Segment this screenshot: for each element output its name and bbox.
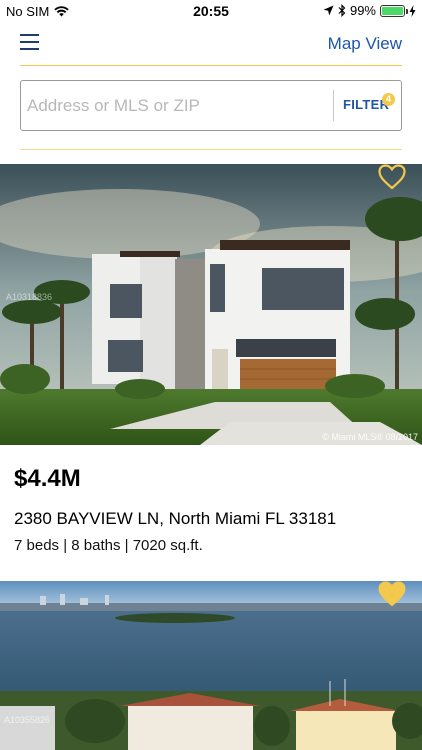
listing-details: 7 beds | 8 baths | 7020 sq.ft. [14, 537, 203, 554]
favorite-heart-filled-icon[interactable] [378, 581, 406, 607]
search-divider [333, 90, 334, 121]
battery-icon [380, 4, 408, 17]
listing-address[interactable]: 2380 BAYVIEW LN, North Miami FL 33181 [14, 509, 336, 529]
photo-credit: © Miami MLS® 08/2017 [322, 432, 418, 442]
battery-fill [382, 6, 403, 15]
map-view-button[interactable]: Map View [328, 34, 402, 54]
listing-photo[interactable]: A10318836 A10318836 © Miami MLS® 08/2017 [0, 164, 422, 445]
divider [20, 149, 402, 150]
status-bar: No SIM 20:55 99% [0, 0, 422, 22]
charging-bolt-icon [409, 4, 416, 17]
house-photo [0, 164, 422, 445]
search-input[interactable] [27, 81, 327, 130]
hamburger-menu-icon[interactable] [20, 34, 39, 50]
battery-percent: 99% [349, 3, 376, 18]
status-right: 99% [323, 3, 416, 18]
bay-photo [0, 581, 422, 750]
photo-mls-id: A10318836 [6, 292, 53, 302]
bluetooth-icon [338, 4, 346, 17]
favorite-heart-icon[interactable] [378, 164, 406, 190]
photo-mls-id: A10355826 [4, 715, 51, 725]
location-arrow-icon [323, 5, 334, 16]
search-bar: FILTER 4 [20, 80, 402, 131]
filter-count-badge: 4 [382, 93, 395, 106]
listing-price: $4.4M [14, 465, 81, 492]
top-nav: Map View [20, 26, 402, 66]
listing-photo[interactable]: A10355826 [0, 581, 422, 750]
